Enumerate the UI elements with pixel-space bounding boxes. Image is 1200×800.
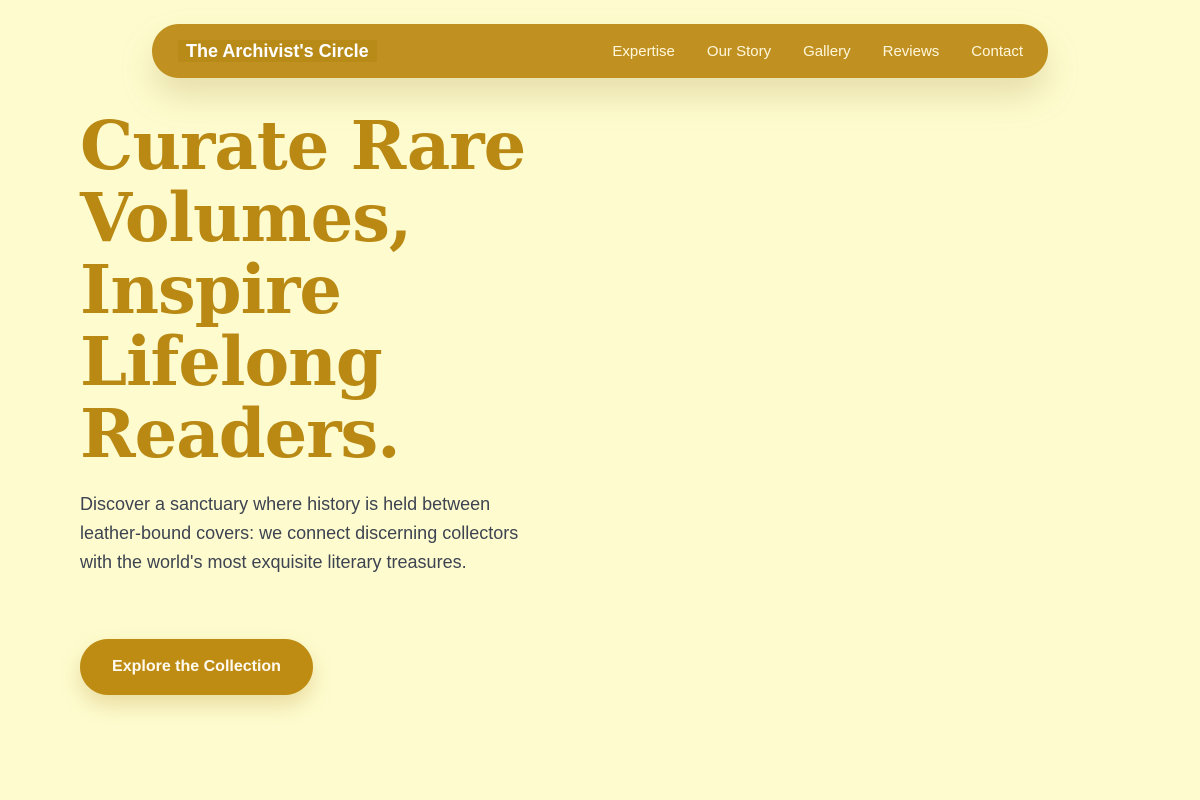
hero-title-line: Lifelong <box>80 322 383 401</box>
nav-links: Expertise Our Story Gallery Reviews Cont… <box>612 43 1023 60</box>
hero-title-line: Readers. <box>80 394 401 473</box>
hero-title-line: Volumes, <box>80 178 412 257</box>
nav-link-contact[interactable]: Contact <box>971 43 1023 60</box>
brand-logo[interactable]: The Archivist's Circle <box>178 40 377 62</box>
hero-title-line: Curate Rare <box>80 106 526 185</box>
hero-title-line: Inspire <box>80 250 342 329</box>
nav-link-expertise[interactable]: Expertise <box>612 43 675 60</box>
top-navbar: The Archivist's Circle Expertise Our Sto… <box>152 24 1048 78</box>
nav-link-our-story[interactable]: Our Story <box>707 43 771 60</box>
hero-description: Discover a sanctuary where history is he… <box>80 494 519 572</box>
nav-link-gallery[interactable]: Gallery <box>803 43 851 60</box>
explore-collection-button[interactable]: Explore the Collection <box>80 639 313 695</box>
hero-title: Curate Rare Volumes, Inspire Lifelong Re… <box>80 110 600 470</box>
nav-link-reviews[interactable]: Reviews <box>883 43 940 60</box>
